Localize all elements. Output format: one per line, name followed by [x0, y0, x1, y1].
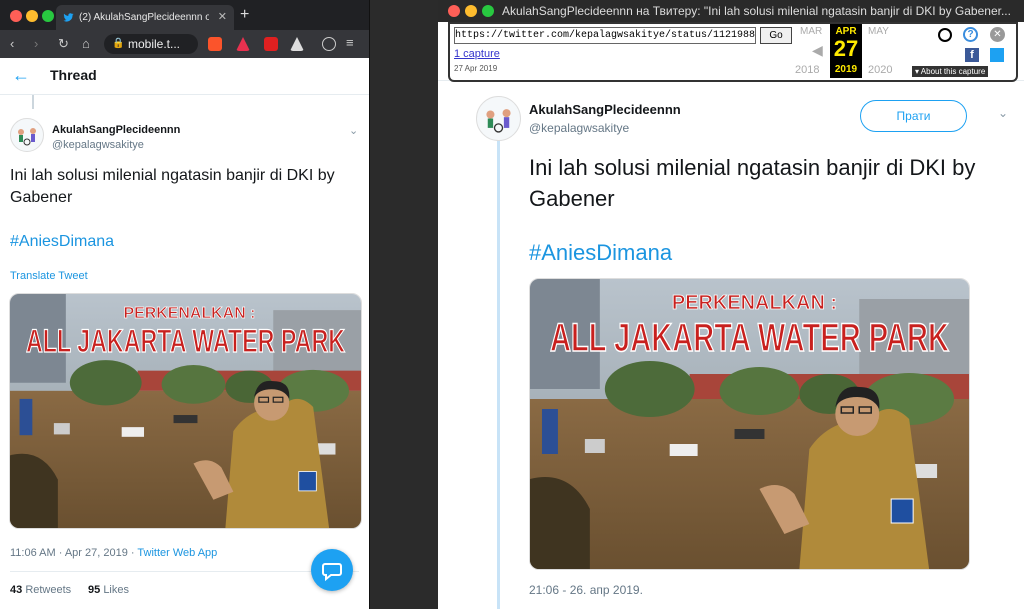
forward-arrow-icon[interactable]: ›: [34, 35, 38, 53]
current-day: 27: [833, 36, 859, 61]
current-capture-box: APR 27 2019: [830, 24, 862, 78]
extension-icon[interactable]: [290, 37, 304, 51]
left-browser-window: (2) AkulahSangPlecideennn on Tw ✕ + ‹ › …: [0, 0, 370, 609]
chevron-down-icon[interactable]: ⌄: [998, 106, 1008, 120]
client-link[interactable]: Twitter Web App: [137, 547, 217, 559]
likes-count: 95: [88, 584, 101, 596]
headline-big: ALL JAKARTA WATER PARK: [550, 316, 949, 360]
tweet-photo[interactable]: PERKENALKAN : ALL JAKARTA WATER PARK: [529, 278, 970, 570]
right-browser-window: AkulahSangPlecideennn на Твитеру: "Ini l…: [438, 0, 1024, 609]
wayback-go-button[interactable]: Go: [760, 27, 792, 44]
mega-icon[interactable]: [264, 37, 278, 51]
profile-icon[interactable]: [322, 37, 336, 51]
chevron-down-icon[interactable]: ⌄: [349, 124, 358, 137]
window-title: AkulahSangPlecideennn на Твитеру: "Ini l…: [502, 4, 1011, 18]
twitter-share-icon[interactable]: [990, 48, 1004, 62]
window-title-bar: AkulahSangPlecideennn на Твитеру: "Ini l…: [438, 0, 1024, 22]
translate-tweet-link[interactable]: Translate Tweet: [10, 270, 88, 282]
prev-month[interactable]: MAR: [800, 26, 822, 37]
timestamp-text: 11:06 AM · Apr 27, 2019 ·: [10, 547, 138, 559]
hashtag-link[interactable]: #AniesDimana: [10, 233, 114, 251]
headline-big: ALL JAKARTA WATER PARK: [26, 323, 345, 359]
compose-reply-button[interactable]: [311, 549, 353, 591]
tweet-photo[interactable]: PERKENALKAN : ALL JAKARTA WATER PARK: [9, 293, 362, 529]
tweet-timestamp: 11:06 AM · Apr 27, 2019 · Twitter Web Ap…: [10, 547, 217, 559]
browser-tab[interactable]: (2) AkulahSangPlecideennn on Tw ✕: [56, 5, 234, 30]
tweet-text: Ini lah solusi milenial ngatasin banjir …: [10, 167, 335, 206]
display-name[interactable]: AkulahSangPlecideennn: [529, 102, 681, 117]
address-bar[interactable]: 🔒 mobile.t...: [104, 34, 198, 54]
minimize-window-button[interactable]: [26, 10, 38, 22]
reload-icon[interactable]: ↻: [58, 35, 69, 53]
next-month[interactable]: MAY: [868, 26, 889, 37]
display-name[interactable]: AkulahSangPlecideennn: [52, 124, 180, 136]
retweets-stat[interactable]: 43 Retweets: [10, 584, 71, 596]
follow-button[interactable]: Прати: [860, 100, 967, 132]
lock-icon: 🔒: [112, 38, 125, 49]
thread-line: [32, 95, 34, 109]
back-button[interactable]: ←: [12, 64, 30, 86]
twitter-bird-icon: [63, 13, 74, 22]
about-capture-button[interactable]: ▾ About this capture: [912, 66, 989, 77]
flood-photo: PERKENALKAN :ALL JAKARTA WATER PARK: [10, 294, 361, 528]
address-bar-url: mobile.t...: [128, 37, 181, 51]
likes-stat[interactable]: 95 Likes: [88, 584, 129, 596]
captures-link[interactable]: 1 capture: [454, 48, 500, 60]
menu-icon[interactable]: ≡: [346, 34, 354, 52]
close-window-button[interactable]: [10, 10, 22, 22]
handle[interactable]: @kepalagwsakitye: [52, 139, 144, 151]
zoom-window-button[interactable]: [42, 10, 54, 22]
tab-title: (2) AkulahSangPlecideennn on Tw: [79, 12, 209, 23]
help-icon[interactable]: ?: [963, 27, 978, 42]
speech-bubble-icon: [322, 563, 342, 582]
facebook-icon[interactable]: f: [965, 48, 979, 62]
new-tab-button[interactable]: +: [240, 5, 249, 25]
avatar-illustration: [18, 128, 36, 146]
retweets-label: Retweets: [25, 584, 72, 596]
wayback-url-input[interactable]: https://twitter.com/kepalagwsakitye/stat…: [454, 27, 756, 44]
avatar-illustration: [486, 109, 511, 133]
avatar[interactable]: [10, 118, 44, 152]
tweet-timestamp: 21:06 - 26. апр 2019.: [529, 583, 643, 597]
back-arrow-icon[interactable]: ‹: [10, 35, 14, 53]
handle[interactable]: @kepalagwsakitye: [529, 121, 629, 135]
tab-bar: (2) AkulahSangPlecideennn on Tw ✕ +: [0, 0, 369, 30]
close-icon[interactable]: ✕: [990, 27, 1005, 42]
headline-small: PERKENALKAN :: [124, 304, 256, 322]
flood-photo: PERKENALKAN :ALL JAKARTA WATER PARK: [530, 279, 969, 569]
account-icon[interactable]: [938, 28, 952, 42]
headline-small: PERKENALKAN :: [672, 292, 837, 314]
close-window-button[interactable]: [448, 5, 460, 17]
home-icon[interactable]: ⌂: [82, 35, 90, 53]
divider: [10, 571, 359, 572]
rewards-icon[interactable]: [236, 37, 250, 51]
hashtag-link[interactable]: #AniesDimana: [529, 240, 672, 266]
page-title: Thread: [50, 67, 97, 83]
zoom-window-button[interactable]: [482, 5, 494, 17]
navigation-bar: ‹ › ↻ ⌂ 🔒 mobile.t... ≡: [0, 30, 369, 58]
current-year: 2019: [834, 64, 858, 75]
thread-header: ← Thread: [0, 58, 369, 95]
wayback-toolbar: https://twitter.com/kepalagwsakitye/stat…: [448, 22, 1018, 82]
retweets-count: 43: [10, 584, 23, 596]
tweet-text: Ini lah solusi milenial ngatasin banjir …: [529, 155, 976, 211]
tab-close-icon[interactable]: ✕: [218, 5, 227, 30]
likes-label: Likes: [103, 584, 129, 596]
minimize-window-button[interactable]: [465, 5, 477, 17]
avatar[interactable]: [476, 96, 521, 141]
thread-line: [497, 135, 500, 609]
next-year[interactable]: 2020: [868, 64, 892, 76]
capture-date: 27 Apr 2019: [454, 64, 498, 73]
brave-shields-icon[interactable]: [208, 37, 222, 51]
prev-year[interactable]: 2018: [795, 64, 819, 76]
prev-capture-arrow-icon[interactable]: ◀: [812, 42, 823, 59]
